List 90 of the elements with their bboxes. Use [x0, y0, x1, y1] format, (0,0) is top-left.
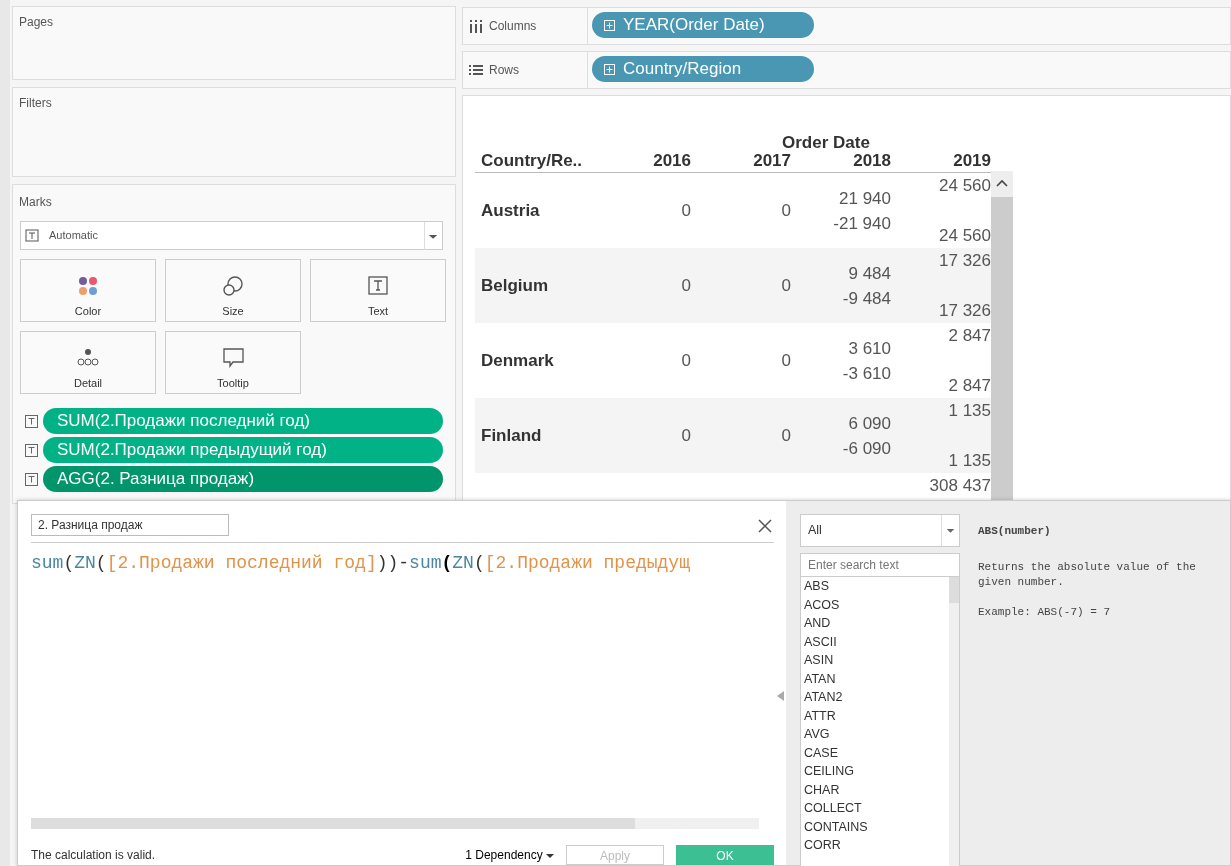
shelf-title: Filters	[19, 96, 52, 110]
table-cell-text: 0	[681, 425, 691, 447]
status-text: The calculation is valid.	[31, 847, 157, 864]
function-item[interactable]: ABS	[804, 577, 949, 596]
table-cell-text: 0	[781, 275, 791, 297]
column-header: 2019	[891, 152, 991, 173]
row-header: Belgium	[481, 275, 549, 297]
column-header: Order Date	[781, 134, 871, 152]
function-item[interactable]: CASE	[804, 743, 949, 762]
vertical-scrollbar[interactable]	[949, 577, 959, 866]
function-signature: ABS(number)	[978, 524, 1052, 539]
column-header: 2018	[791, 152, 891, 173]
function-example: Example: ABS(-7) = 7	[978, 604, 1112, 620]
speech-bubble-icon	[222, 346, 244, 369]
table-cell-text: 0	[681, 350, 691, 372]
table-cell-text: 21 940	[839, 187, 891, 210]
scroll-up-icon	[991, 171, 1013, 197]
function-item[interactable]: AVG	[804, 725, 949, 744]
shelf-title: Pages	[19, 15, 54, 29]
shelf-title: Marks	[19, 195, 52, 209]
collapse-icon	[777, 691, 784, 701]
row-header: Denmark	[481, 350, 554, 372]
function-item[interactable]: ATAN	[804, 669, 949, 688]
table-cell-text: 1 135	[948, 400, 991, 422]
table-cell-text: 0	[781, 425, 791, 447]
name-field[interactable]: 2. Разница продаж	[31, 514, 229, 536]
table-cell-text: 1 135	[948, 450, 991, 472]
category-dropdown[interactable]: All	[800, 514, 960, 547]
table-cell-text: -9 484	[842, 287, 891, 310]
circles-icon	[222, 274, 244, 297]
table-cell-text: 0	[681, 200, 691, 222]
search-field[interactable]: Enter search text	[800, 553, 960, 577]
caret-icon	[546, 852, 554, 859]
function-item[interactable]: ACOS	[804, 595, 949, 614]
function-item[interactable]: COLLECT	[804, 799, 949, 818]
table-cell-text: -21 940	[833, 212, 891, 235]
table-cell-text: 3 610	[848, 337, 891, 360]
columns-icon	[469, 19, 483, 33]
expand-icon	[604, 63, 615, 75]
function-description: Returns the absolute value of the given number.	[978, 559, 1197, 590]
table-cell-text: 17 326	[939, 300, 991, 322]
function-item[interactable]: CONTAINS	[804, 817, 949, 836]
function-item[interactable]: ASCII	[804, 632, 949, 651]
shelf-label: Columns	[489, 18, 537, 35]
table-cell-text: -3 610	[842, 362, 891, 385]
detail-icon	[77, 346, 99, 369]
formula-text[interactable]: sum(ZN([2.Продажи последний год]))-sum(ZN([2.Продажи предыдущ	[31, 550, 774, 577]
mark-card[interactable]: Size	[165, 259, 301, 322]
table-cell-text: 2 847	[948, 325, 991, 347]
vertical-scrollbar[interactable]	[991, 171, 1013, 501]
close-icon	[758, 518, 772, 533]
function-item[interactable]: ASIN	[804, 651, 949, 670]
table-cell-text: 9 484	[848, 262, 891, 285]
rows-icon	[469, 63, 483, 77]
expand-icon	[604, 19, 615, 31]
horizontal-scrollbar[interactable]	[31, 818, 759, 829]
table-cell-text: 2 847	[948, 375, 991, 397]
table-cell-text: 6 090	[848, 412, 891, 435]
table-cell-text: 24 560	[939, 175, 991, 197]
table-cell-text: -6 090	[842, 437, 891, 460]
function-item[interactable]: CEILING	[804, 762, 949, 781]
column-header: Country/Re..	[475, 152, 625, 173]
mark-card[interactable]: Color	[20, 259, 156, 322]
text-icon	[367, 274, 389, 297]
function-item[interactable]: CHAR	[804, 780, 949, 799]
table-cell-text: 0	[781, 350, 791, 372]
table-cell-text: 17 326	[939, 250, 991, 272]
dependency-dropdown[interactable]: 1 Dependency	[465, 846, 554, 864]
table-cell-text: 0	[681, 275, 691, 297]
table-cell-text: 0	[781, 200, 791, 222]
row-header: Austria	[481, 200, 540, 222]
text-mark-icon	[25, 414, 38, 428]
mark-type-dropdown[interactable]: Automatic	[20, 221, 443, 250]
column-header: 2016	[625, 152, 691, 173]
table-cell-text: 24 560	[939, 225, 991, 247]
row-header: Finland	[481, 425, 542, 447]
shelf-label: Rows	[489, 62, 519, 79]
mark-card[interactable]: Detail	[20, 331, 156, 394]
mark-card[interactable]: Tooltip	[165, 331, 301, 394]
function-item[interactable]: AND	[804, 614, 949, 633]
column-header: 2017	[691, 152, 791, 173]
field-pill[interactable]: AGG(2. Разница продаж)	[43, 466, 443, 492]
text-mark-icon	[25, 443, 38, 457]
function-item[interactable]: ATTR	[804, 706, 949, 725]
dots-icon	[77, 274, 99, 297]
function-item[interactable]: ATAN2	[804, 688, 949, 707]
table-cell-text: 308 437	[929, 475, 991, 497]
text-mark-icon	[25, 472, 38, 486]
mark-card[interactable]: Text	[310, 259, 446, 322]
function-item[interactable]: CORR	[804, 836, 949, 855]
